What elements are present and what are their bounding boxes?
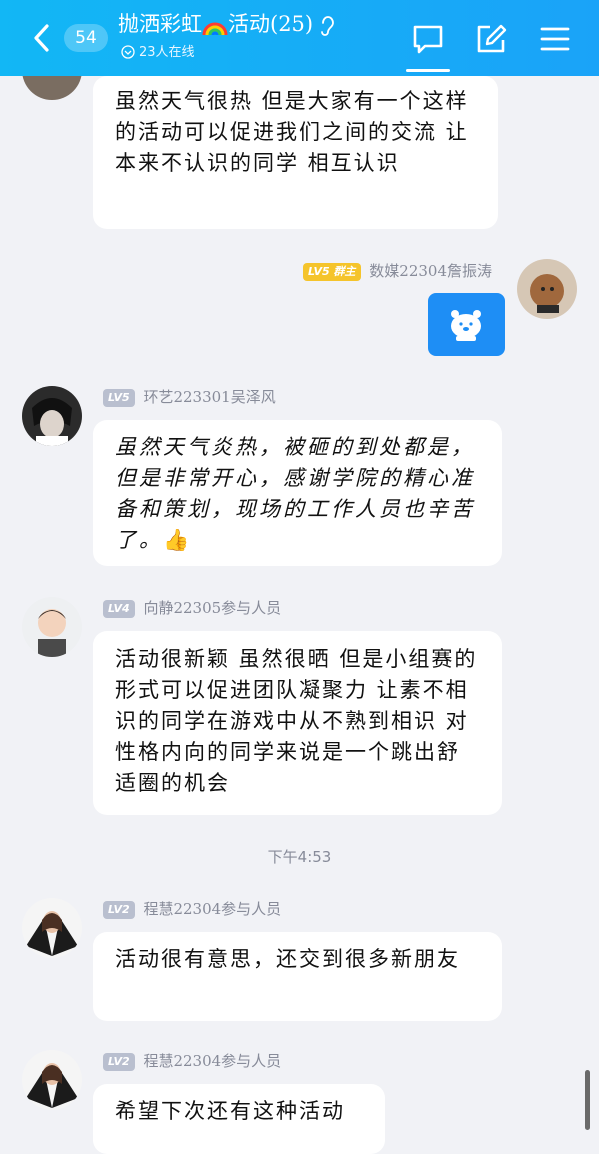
message-text: 活动很新颖 虽然很晒 但是小组赛的形式可以促进团队凝聚力 让素不相识的同学在游戏… — [115, 647, 478, 795]
scrollbar[interactable] — [585, 1070, 590, 1130]
sender-avatar[interactable] — [22, 386, 82, 446]
message-list[interactable]: 虽然天气很热 但是大家有一个这样的活动可以促进我们之间的交流 让本来不认识的同学… — [0, 0, 599, 1154]
sender-avatar[interactable] — [517, 259, 577, 319]
sender-name: 数媒22304詹振涛 — [369, 262, 492, 280]
chat-icon[interactable] — [411, 22, 445, 56]
edit-icon[interactable] — [474, 22, 508, 56]
sender-avatar[interactable] — [22, 898, 82, 958]
sender-name-row: LV2 程慧22304参与人员 — [103, 1051, 281, 1071]
sender-name-row: LV2 程慧22304参与人员 — [103, 899, 281, 919]
active-tab-indicator — [406, 69, 450, 72]
message-bubble[interactable]: 希望下次还有这种活动 — [93, 1084, 385, 1154]
online-status[interactable]: 23人在线 — [121, 44, 195, 62]
sender-name: 向静22305参与人员 — [143, 599, 282, 617]
chat-header: 54 抛洒彩虹 活动(25) 23人在线 — [0, 0, 599, 76]
sticker-message[interactable] — [428, 293, 505, 356]
time-divider: 下午4:53 — [267, 848, 332, 866]
message-bubble[interactable]: 虽然天气很热 但是大家有一个这样的活动可以促进我们之间的交流 让本来不认识的同学… — [93, 76, 498, 229]
menu-icon[interactable] — [538, 22, 572, 56]
bear-sticker-icon — [451, 310, 481, 341]
sender-name: 程慧22304参与人员 — [143, 1052, 282, 1070]
ear-icon — [321, 15, 335, 36]
sender-avatar[interactable] — [22, 597, 82, 657]
level-badge: LV2 — [103, 901, 135, 919]
level-badge: LV4 — [103, 600, 135, 618]
sender-avatar[interactable] — [22, 1050, 82, 1110]
level-badge: LV5 — [103, 389, 135, 407]
back-icon[interactable] — [30, 22, 54, 54]
sender-name-row: LV5 群主 数媒22304詹振涛 — [302, 261, 492, 281]
message-bubble[interactable]: 活动很有意思，还交到很多新朋友 — [93, 932, 502, 1021]
group-title[interactable]: 抛洒彩虹 活动(25) — [118, 10, 335, 38]
message-bubble[interactable]: 活动很新颖 虽然很晒 但是小组赛的形式可以促进团队凝聚力 让素不相识的同学在游戏… — [93, 631, 502, 815]
message-text: 希望下次还有这种活动 — [115, 1099, 345, 1123]
thumbs-up-icon: 👍 — [163, 528, 193, 552]
sender-name: 程慧22304参与人员 — [143, 900, 282, 918]
rainbow-emoji — [202, 22, 228, 35]
level-badge: LV2 — [103, 1053, 135, 1071]
sender-name-row: LV5 环艺223301吴泽风 — [103, 387, 276, 407]
unread-count-badge[interactable]: 54 — [64, 24, 108, 52]
sender-name-row: LV4 向静22305参与人员 — [103, 598, 281, 618]
message-text: 虽然天气很热 但是大家有一个这样的活动可以促进我们之间的交流 让本来不认识的同学… — [115, 89, 469, 175]
message-text: 活动很有意思，还交到很多新朋友 — [115, 947, 460, 971]
level-badge: LV5 群主 — [302, 263, 361, 281]
message-bubble[interactable]: 虽然天气炎热，被砸的到处都是，但是非常开心，感谢学院的精心准备和策划，现场的工作… — [93, 420, 502, 566]
sender-name: 环艺223301吴泽风 — [143, 388, 276, 406]
chevron-down-icon — [121, 45, 135, 59]
